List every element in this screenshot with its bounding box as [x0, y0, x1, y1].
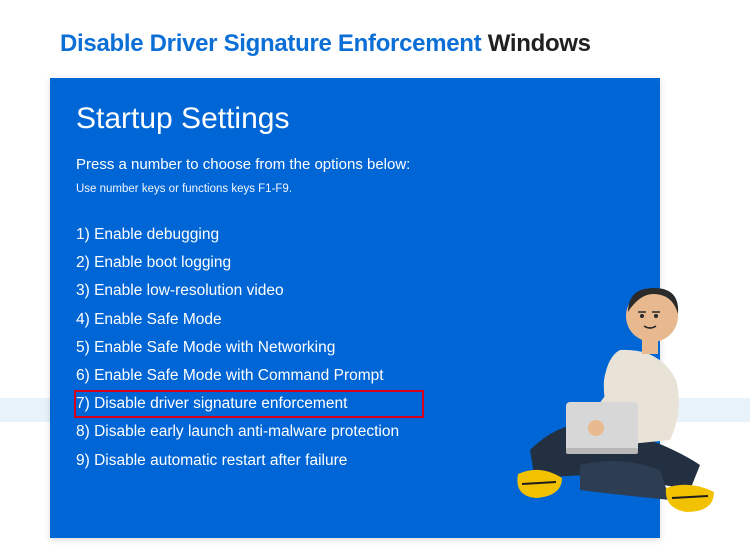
page-header: Disable Driver Signature Enforcement Win…	[0, 0, 750, 78]
panel-hint: Use number keys or functions keys F1-F9.	[76, 183, 634, 195]
person-laptop-illustration	[470, 230, 740, 530]
title-tail: Windows	[481, 30, 590, 57]
panel-title: Startup Settings	[76, 102, 634, 136]
page-title: Disable Driver Signature Enforcement Win…	[60, 30, 690, 58]
title-accent: Disable Driver Signature Enforcement	[60, 30, 481, 57]
option-7[interactable]: 7) Disable driver signature enforcement	[74, 390, 424, 418]
panel-prompt: Press a number to choose from the option…	[76, 156, 634, 173]
